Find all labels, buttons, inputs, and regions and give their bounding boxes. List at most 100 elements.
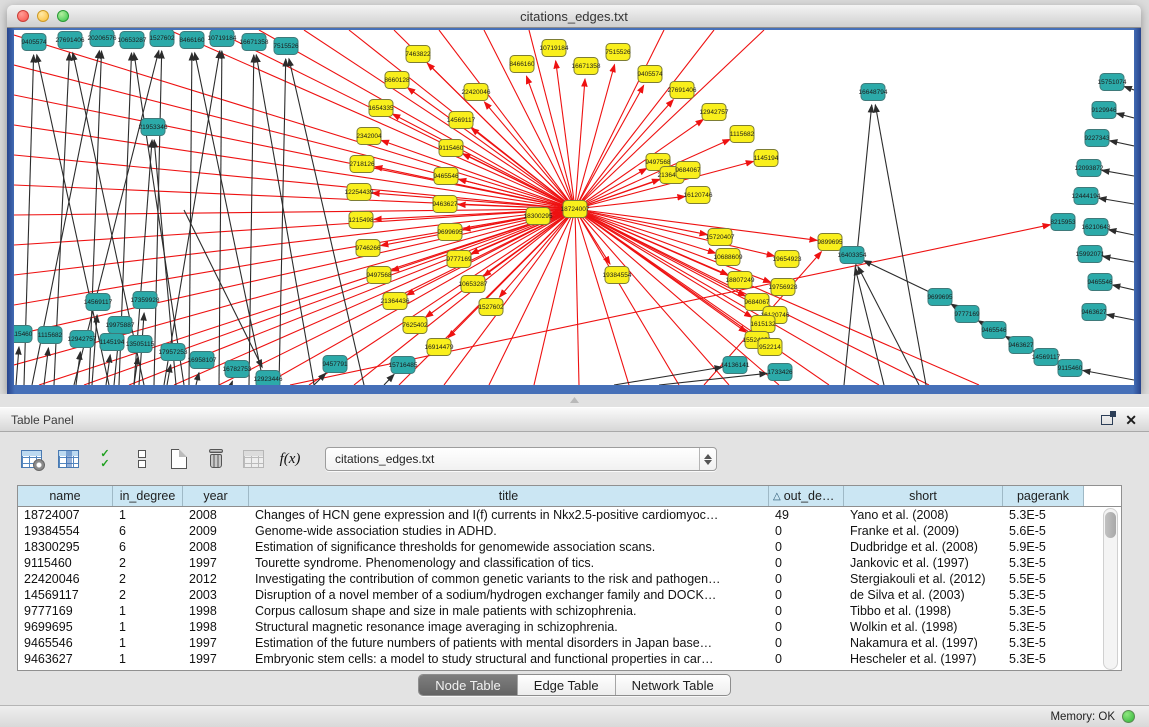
graph-node-teal[interactable]: 16958107 [188, 352, 217, 369]
citation-edge-black[interactable] [231, 381, 232, 385]
panel-splitter[interactable] [0, 394, 1149, 407]
table-row[interactable]: 911546021997Tourette syndrome. Phenomeno… [18, 555, 1121, 571]
table-cell[interactable]: 2008 [183, 539, 249, 555]
table-cell[interactable]: 2008 [183, 507, 249, 523]
graph-node-yellow[interactable]: 18724007 [561, 201, 590, 218]
graph-node-teal[interactable]: 9699695 [927, 289, 953, 306]
table-cell[interactable]: 22420046 [18, 571, 113, 587]
citation-edge-black[interactable] [219, 51, 222, 385]
citation-edge-red[interactable] [39, 209, 575, 385]
graph-node-yellow[interactable]: 9115460 [439, 140, 464, 157]
graph-node-teal[interactable]: 1733426 [767, 364, 793, 381]
table-cell[interactable]: 1 [113, 619, 183, 635]
graph-node-teal[interactable]: 16210643 [1082, 219, 1111, 236]
graph-node-teal[interactable]: 8466160 [179, 32, 205, 49]
close-panel-icon[interactable]: ✕ [1125, 413, 1137, 427]
table-cell[interactable]: Nakamura et al. (1997) [844, 635, 1003, 651]
graph-node-yellow[interactable]: 16671358 [572, 58, 601, 75]
graph-node-teal[interactable]: 12942757 [68, 331, 97, 348]
graph-node-teal[interactable]: 1115682 [38, 327, 63, 344]
table-cell[interactable]: 6 [113, 539, 183, 555]
table-cell[interactable]: 19384554 [18, 523, 113, 539]
table-cell[interactable]: 49 [769, 507, 844, 523]
citation-edge-black[interactable] [1103, 256, 1134, 262]
graph-node-yellow[interactable]: 9777169 [446, 251, 472, 268]
table-cell[interactable]: 5.3E-5 [1003, 603, 1084, 619]
table-cell[interactable]: 0 [769, 651, 844, 667]
table-cell[interactable]: 5.6E-5 [1003, 523, 1084, 539]
table-cell[interactable]: 1997 [183, 555, 249, 571]
graph-node-yellow[interactable]: 7463822 [405, 46, 431, 63]
select-columns-button[interactable]: ✓✓ [91, 445, 119, 473]
graph-node-yellow[interactable]: 27691406 [668, 82, 697, 99]
table-cell[interactable]: 1998 [183, 619, 249, 635]
table-cell[interactable]: 0 [769, 587, 844, 603]
table-row[interactable]: 1872400712008Changes of HCN gene express… [18, 507, 1121, 523]
table-cell[interactable]: 2 [113, 555, 183, 571]
table-cell[interactable]: 0 [769, 539, 844, 555]
table-cell[interactable]: 5.3E-5 [1003, 587, 1084, 603]
col-header-name[interactable]: name [18, 486, 113, 506]
table-cell[interactable]: 1997 [183, 651, 249, 667]
graph-node-yellow[interactable]: 10719184 [540, 40, 569, 57]
graph-node-yellow[interactable]: 12254439 [345, 184, 374, 201]
citation-edge-black[interactable] [167, 365, 171, 385]
table-cell[interactable]: Disruption of a novel member of a sodium… [249, 587, 769, 603]
table-cell[interactable]: Estimation of significance thresholds fo… [249, 539, 769, 555]
graph-node-teal[interactable]: 17359928 [131, 292, 160, 309]
graph-node-teal[interactable]: 16648794 [859, 84, 888, 101]
citation-edge-black[interactable] [1117, 113, 1134, 118]
table-row[interactable]: 977716911998Corpus callosum shape and si… [18, 603, 1121, 619]
graph-node-yellow[interactable]: 9405574 [637, 66, 663, 83]
table-cell[interactable]: 14569117 [18, 587, 113, 603]
graph-node-yellow[interactable]: 9699695 [437, 224, 463, 241]
graph-node-teal[interactable]: 9115460 [14, 326, 33, 343]
table-cell[interactable]: 18724007 [18, 507, 113, 523]
graph-node-teal[interactable]: 12923446 [254, 371, 283, 386]
table-cell[interactable]: 9777169 [18, 603, 113, 619]
graph-node-yellow[interactable]: 7515526 [605, 44, 631, 61]
graph-node-teal[interactable]: 9115460 [1058, 360, 1083, 377]
col-header-pagerank[interactable]: pagerank [1003, 486, 1084, 506]
table-settings-button[interactable] [17, 445, 45, 473]
graph-node-yellow[interactable]: 7625402 [402, 317, 428, 334]
col-header-out-degree[interactable]: △out_de… [769, 486, 844, 506]
graph-node-yellow[interactable]: 14569117 [447, 112, 476, 129]
graph-node-yellow[interactable]: 16120746 [684, 187, 713, 204]
citation-edge-black[interactable] [16, 347, 19, 385]
citation-edge-black[interactable] [76, 352, 80, 385]
table-cell[interactable]: Structural magnetic resonance image aver… [249, 619, 769, 635]
graph-node-yellow[interactable]: 15720407 [706, 229, 735, 246]
tab-node-table[interactable]: Node Table [419, 675, 518, 695]
graph-node-teal[interactable]: 12093872 [1075, 160, 1104, 177]
table-cell[interactable]: Tourette syndrome. Phenomenology and cla… [249, 555, 769, 571]
table-cell[interactable]: 1 [113, 651, 183, 667]
function-builder-button[interactable]: f(x) [276, 445, 304, 473]
graph-node-yellow[interactable]: 1145194 [754, 150, 779, 167]
table-row[interactable]: 1456911722003Disruption of a novel membe… [18, 587, 1121, 603]
table-cell[interactable]: 1 [113, 507, 183, 523]
table-cell[interactable]: Estimation of the future numbers of pati… [249, 635, 769, 651]
table-cell[interactable]: 9463627 [18, 651, 113, 667]
table-cell[interactable]: 5.3E-5 [1003, 507, 1084, 523]
graph-node-yellow[interactable]: 12942757 [700, 104, 729, 121]
citation-edge-red[interactable] [427, 63, 575, 209]
table-cell[interactable]: 5.3E-5 [1003, 635, 1084, 651]
citation-edge-black[interactable] [1110, 141, 1134, 146]
table-cell[interactable]: 2009 [183, 523, 249, 539]
minimize-window-icon[interactable] [37, 10, 49, 22]
table-cell[interactable]: Embryonic stem cells: a model to study s… [249, 651, 769, 667]
table-cell[interactable]: 1 [113, 603, 183, 619]
tab-network-table[interactable]: Network Table [616, 675, 730, 695]
table-cell[interactable]: 6 [113, 523, 183, 539]
table-cell[interactable]: 5.3E-5 [1003, 555, 1084, 571]
table-cell[interactable]: 5.5E-5 [1003, 571, 1084, 587]
citation-edge-red[interactable] [575, 85, 644, 209]
col-header-in-degree[interactable]: in_degree [113, 486, 183, 506]
graph-node-yellow[interactable]: 19384554 [603, 267, 632, 284]
graph-node-teal[interactable]: 9227343 [1084, 130, 1110, 147]
citation-edge-red[interactable] [575, 209, 579, 385]
citation-edge-black[interactable] [858, 267, 919, 385]
table-cell[interactable]: 0 [769, 523, 844, 539]
table-cell[interactable]: 2003 [183, 587, 249, 603]
